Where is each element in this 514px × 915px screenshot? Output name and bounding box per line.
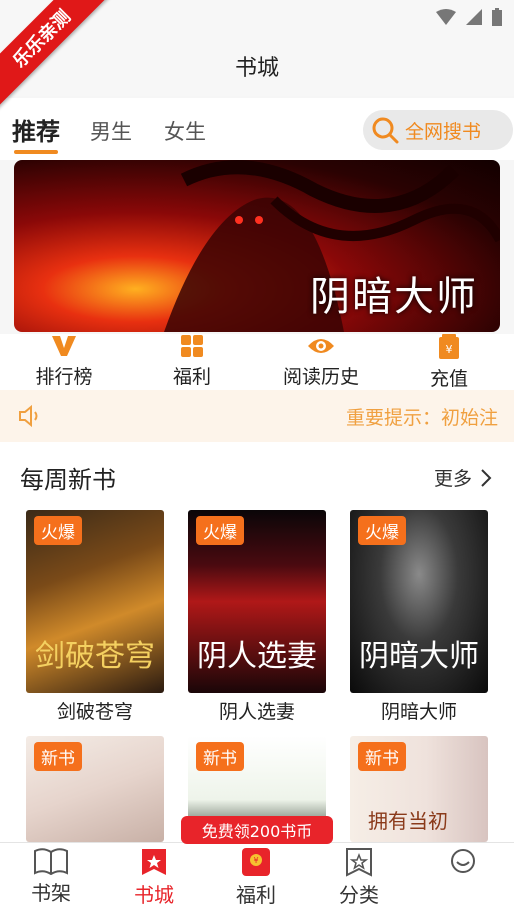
quick-recharge[interactable]: ¥ 充值 bbox=[394, 334, 504, 391]
quick-welfare[interactable]: 福利 bbox=[137, 334, 247, 389]
new-badge: 新书 bbox=[196, 742, 244, 771]
notice-bar[interactable]: 重要提示：初始注 bbox=[0, 390, 514, 442]
quick-rank[interactable]: 排行榜 bbox=[9, 334, 119, 389]
profile-icon bbox=[451, 849, 475, 873]
title-bar: 书城 bbox=[0, 36, 514, 96]
status-icons bbox=[436, 8, 502, 26]
nav-welfare[interactable]: ¥ 福利 bbox=[211, 847, 301, 908]
quick-label: 福利 bbox=[172, 366, 211, 388]
hot-badge: 火爆 bbox=[358, 516, 406, 545]
search-label: 全网搜书 bbox=[405, 120, 482, 143]
book-card[interactable]: 火爆 剑破苍穹 剑破苍穹 bbox=[26, 510, 164, 724]
quick-label: 阅读历史 bbox=[282, 366, 359, 388]
nav-label: 书架 bbox=[31, 881, 71, 905]
new-badge: 新书 bbox=[34, 742, 82, 771]
nav-category[interactable]: 分类 bbox=[314, 847, 404, 908]
book-card[interactable]: 新书 bbox=[26, 736, 164, 842]
book-cover: 火爆 阴人选妻 bbox=[188, 510, 326, 693]
hot-badge: 火爆 bbox=[196, 516, 244, 545]
quick-label: 排行榜 bbox=[35, 366, 93, 388]
speaker-icon bbox=[19, 404, 38, 428]
cover-title: 阴暗大师 bbox=[359, 639, 479, 674]
cover-title: 拥有当初 bbox=[368, 809, 448, 833]
v-rank-icon bbox=[52, 336, 76, 356]
signal-icon bbox=[466, 9, 482, 25]
nav-label: 福利 bbox=[236, 883, 276, 907]
book-cover: 新书 拥有当初 bbox=[350, 736, 488, 842]
banner-title: 阴暗大师 bbox=[310, 274, 478, 320]
nav-profile[interactable] bbox=[418, 847, 508, 877]
more-label: 更多 bbox=[433, 468, 472, 490]
book-card[interactable]: 火爆 阴人选妻 阴人选妻 bbox=[188, 510, 326, 724]
book-card[interactable]: 新书 拥有当初 bbox=[350, 736, 488, 842]
tab-active-indicator bbox=[14, 150, 58, 154]
chevron-right-icon bbox=[481, 468, 492, 487]
category-icon bbox=[346, 848, 372, 877]
tab-bar: 推荐 男生 女生 全网搜书 bbox=[0, 98, 514, 160]
section-title: 每周新书 bbox=[20, 466, 116, 494]
book-open-icon bbox=[34, 848, 68, 875]
page-title: 书城 bbox=[234, 56, 279, 81]
promo-banner[interactable]: 阴暗大师 bbox=[14, 160, 500, 332]
nav-bookshelf[interactable]: 书架 bbox=[6, 847, 96, 906]
book-cover: 新书 bbox=[26, 736, 164, 842]
search-button[interactable]: 全网搜书 bbox=[363, 110, 513, 150]
quick-history[interactable]: 阅读历史 bbox=[266, 334, 376, 389]
nav-label: 分类 bbox=[339, 883, 379, 907]
book-card[interactable]: 火爆 阴暗大师 阴暗大师 bbox=[350, 510, 488, 724]
cover-title: 阴人选妻 bbox=[197, 639, 317, 674]
book-title: 剑破苍穹 bbox=[56, 701, 133, 723]
quick-label: 充值 bbox=[429, 368, 468, 390]
grid-icon bbox=[181, 335, 203, 357]
search-icon bbox=[372, 117, 399, 144]
more-link[interactable]: 更多 bbox=[434, 464, 492, 491]
notice-text: 重要提示：初始注 bbox=[345, 407, 498, 429]
tab-recommend[interactable]: 推荐 bbox=[12, 112, 60, 147]
hot-badge: 火爆 bbox=[34, 516, 82, 545]
store-icon bbox=[142, 849, 166, 875]
svg-text:¥: ¥ bbox=[446, 343, 453, 356]
new-badge: 新书 bbox=[358, 742, 406, 771]
book-cover: 火爆 阴暗大师 bbox=[350, 510, 488, 693]
book-cover: 火爆 剑破苍穹 bbox=[26, 510, 164, 693]
book-title: 阴暗大师 bbox=[380, 701, 457, 723]
tab-male[interactable]: 男生 bbox=[90, 116, 132, 146]
bottom-navigation: 书架 书城 ¥ 福利 分类 bbox=[0, 842, 514, 915]
nav-label: 书城 bbox=[134, 883, 174, 907]
tab-female[interactable]: 女生 bbox=[164, 116, 206, 146]
red-envelope-icon: ¥ bbox=[242, 848, 270, 876]
yen-tag-icon: ¥ bbox=[439, 334, 459, 359]
nav-store[interactable]: 书城 bbox=[109, 847, 199, 908]
battery-icon bbox=[492, 8, 502, 26]
wifi-icon bbox=[436, 9, 456, 25]
weekly-new-books-section: 每周新书 更多 火爆 剑破苍穹 剑破苍穹 火爆 阴人选妻 阴人选妻 火爆 阴暗大… bbox=[0, 442, 514, 842]
quick-links: 排行榜 福利 阅读历史 ¥ 充值 bbox=[0, 334, 514, 390]
svg-text:¥: ¥ bbox=[253, 856, 258, 865]
cover-title: 剑破苍穹 bbox=[35, 639, 155, 674]
eye-icon bbox=[308, 339, 334, 353]
free-coins-promo[interactable]: 免费领200书币 bbox=[181, 816, 333, 844]
book-title: 阴人选妻 bbox=[218, 701, 295, 723]
